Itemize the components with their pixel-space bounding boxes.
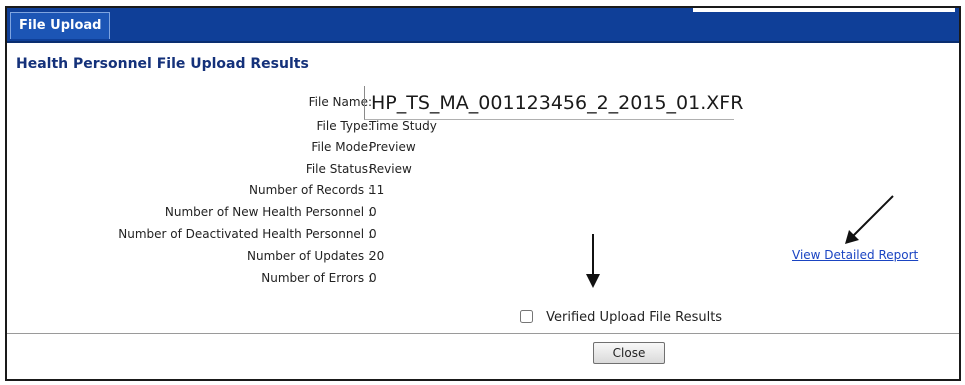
detail-row-new-personnel: Number of New Health Personnel : 0 (7, 205, 377, 219)
updates-label: Number of Updates : (247, 249, 372, 263)
detail-row-deactivated-personnel: Number of Deactivated Health Personnel :… (7, 227, 376, 241)
down-arrow-icon (586, 234, 600, 288)
verified-upload-checkbox[interactable] (520, 310, 533, 323)
file-type-label: File Type: (316, 119, 373, 133)
footer-divider (7, 333, 959, 334)
records-label: Number of Records : (249, 183, 372, 197)
detail-row-errors: Number of Errors : 0 (7, 271, 376, 285)
detail-row-file-name: File Name: (7, 95, 372, 109)
verified-upload-checkbox-row[interactable]: Verified Upload File Results (520, 310, 722, 325)
verified-upload-label: Verified Upload File Results (546, 310, 723, 325)
header-topline (693, 8, 955, 12)
detail-row-file-type: File Type: Time Study (7, 119, 437, 133)
file-type-value: Time Study (369, 119, 437, 133)
header-bar: File Upload (7, 8, 959, 43)
file-status-label: File Status: (305, 162, 372, 176)
errors-label: Number of Errors : (261, 271, 372, 285)
file-mode-value: Preview (369, 140, 416, 154)
file-mode-label: File Mode: (311, 140, 372, 154)
deactivated-personnel-value: 0 (369, 227, 377, 241)
errors-value: 0 (369, 271, 377, 285)
detail-row-file-mode: File Mode: Preview (7, 140, 415, 154)
records-value: 11 (369, 183, 385, 197)
new-personnel-value: 0 (369, 205, 377, 219)
deactivated-personnel-label: Number of Deactivated Health Personnel : (118, 227, 372, 241)
file-name-value: HP_TS_MA_001123456_2_2015_01.XFR (364, 86, 743, 120)
detail-row-updates: Number of Updates : 20 (7, 249, 384, 263)
view-detailed-report-link[interactable]: View Detailed Report (792, 248, 918, 262)
page-title: Health Personnel File Upload Results (16, 56, 309, 72)
file-name-label: File Name: (308, 95, 372, 109)
close-button[interactable]: Close (593, 342, 665, 364)
new-personnel-label: Number of New Health Personnel : (164, 205, 372, 219)
tab-file-upload[interactable]: File Upload (10, 12, 111, 39)
detail-row-file-status: File Status: Review (7, 162, 412, 176)
diagonal-arrow-icon (845, 195, 894, 244)
detail-row-records: Number of Records : 11 (7, 183, 384, 197)
upload-results-window: File Upload Health Personnel File Upload… (5, 6, 961, 381)
updates-value: 20 (369, 249, 385, 263)
file-status-value: Review (369, 162, 412, 176)
